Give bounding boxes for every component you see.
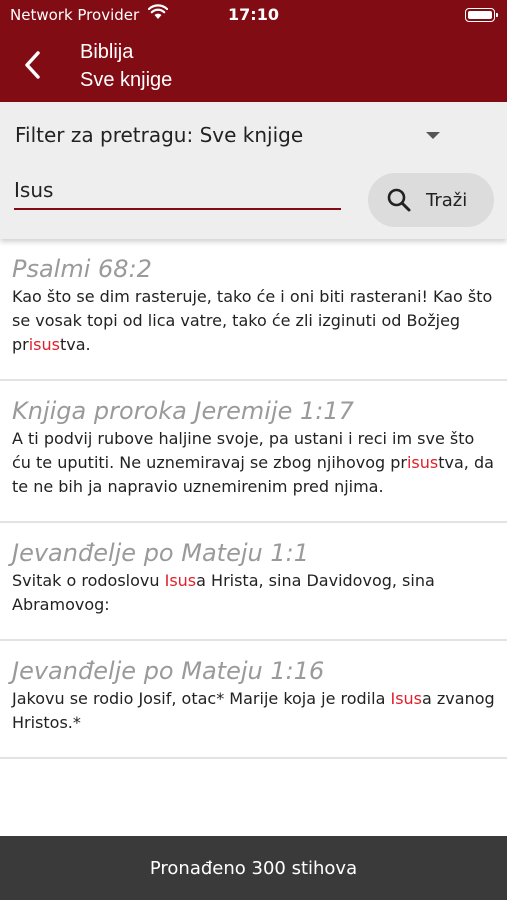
clock: 17:10 [228,5,279,24]
header-titles: Biblija Sve knjige [80,40,172,94]
search-panel: Filter za pretragu: Sve knjige Traži [0,102,507,239]
verse-text-before: Svitak o rodoslovu [12,571,165,590]
page-title: Biblija [80,41,134,63]
verse-text-before: A ti podvij rubove haljine svoje, pa ust… [12,429,475,472]
app-header: Network Provider 17:10 Biblija Sve knjig… [0,0,507,102]
match-highlight: Isus [164,571,197,590]
search-button-label: Traži [426,189,468,211]
match-highlight: Isus [390,689,422,708]
verse-text: A ti podvij rubove haljine svoje, pa ust… [12,427,495,521]
back-arrow-icon[interactable] [18,48,48,82]
result-item[interactable]: Jevanđelje po Mateju 1:1 Svitak o rodosl… [0,523,507,641]
status-bar: Network Provider 17:10 [0,0,507,30]
result-item[interactable]: Jevanđelje po Mateju 1:16 Jakovu se rodi… [0,641,507,759]
verse-reference: Knjiga proroka Jeremije 1:17 [12,397,354,425]
filter-dropdown[interactable]: Filter za pretragu: Sve knjige [15,123,303,147]
result-item[interactable]: Psalmi 68:2 Kao što se dim rasteruje, ta… [0,239,507,381]
verse-text-after: tva. [60,335,91,354]
search-input[interactable] [14,172,341,210]
verse-reference: Jevanđelje po Mateju 1:16 [12,657,325,685]
result-item[interactable]: Knjiga proroka Jeremije 1:17 A ti podvij… [0,381,507,523]
results-count: Pronađeno 300 stihova [149,857,358,879]
results-list: Psalmi 68:2 Kao što se dim rasteruje, ta… [0,239,507,836]
chevron-down-icon[interactable] [426,132,440,139]
search-icon [387,188,411,212]
verse-text: Svitak o rodoslovu Isusa Hrista, sina Da… [12,569,495,639]
battery-icon [465,8,498,22]
results-count-bar: Pronađeno 300 stihova [0,836,507,900]
match-highlight: isus [406,453,439,472]
page-subtitle: Sve knjige [80,69,173,91]
verse-text: Jakovu se rodio Josif, otac* Marije koja… [12,687,495,757]
search-button[interactable]: Traži [368,173,494,227]
verse-text-before: Jakovu se rodio Josif, otac* Marije koja… [12,689,391,708]
verse-text: Kao što se dim rasteruje, tako će i oni … [12,285,495,379]
match-highlight: isus [28,335,60,354]
verse-reference: Psalmi 68:2 [12,255,152,283]
verse-reference: Jevanđelje po Mateju 1:1 [12,539,309,567]
